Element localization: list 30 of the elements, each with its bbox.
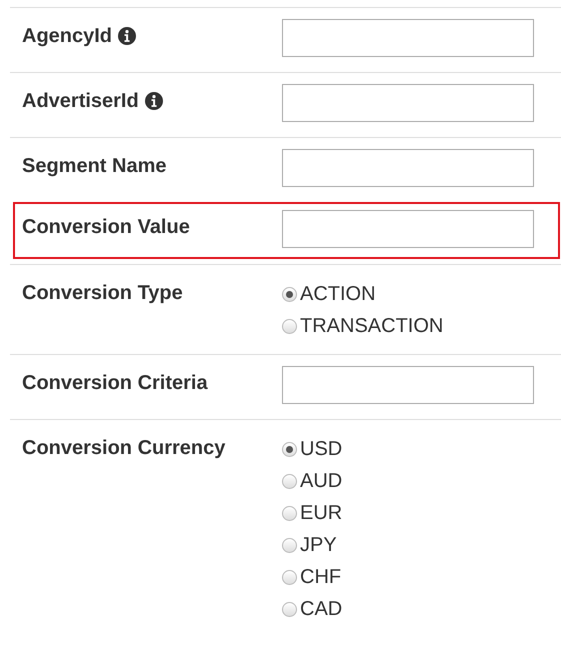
input-field[interactable] — [282, 149, 534, 187]
field-label: Segment Name — [22, 154, 166, 178]
field-label: Conversion Value — [22, 216, 190, 238]
radio-option[interactable]: JPY — [282, 529, 342, 561]
radio-button[interactable] — [282, 506, 297, 520]
radio-option[interactable]: ACTION — [282, 278, 444, 310]
field-label: Conversion Currency — [22, 436, 226, 460]
radio-option[interactable]: CAD — [282, 593, 342, 625]
radio-button[interactable] — [282, 538, 297, 552]
input-field[interactable] — [282, 84, 534, 122]
radio-option[interactable]: TRANSACTION — [282, 310, 444, 342]
radio-button[interactable] — [282, 286, 297, 302]
radio-button[interactable] — [282, 318, 297, 334]
field-label: Conversion Criteria — [22, 372, 208, 394]
radio-button[interactable] — [282, 570, 297, 584]
input-field[interactable] — [282, 366, 534, 404]
radio-option[interactable]: EUR — [282, 497, 342, 529]
radio-button[interactable] — [282, 474, 297, 488]
radio-option[interactable]: AUD — [282, 465, 342, 497]
field-label: AgencyId — [22, 24, 112, 48]
info-icon[interactable] — [144, 92, 163, 110]
radio-button[interactable] — [282, 602, 297, 616]
field-label: AdvertiserId — [22, 90, 139, 112]
input-field[interactable] — [282, 210, 534, 248]
radio-option[interactable]: USD — [282, 433, 342, 465]
radio-option[interactable]: CHF — [282, 561, 342, 593]
input-field[interactable] — [282, 19, 534, 57]
field-label: Conversion Type — [22, 282, 183, 304]
radio-button[interactable] — [282, 442, 297, 456]
info-icon[interactable] — [118, 27, 136, 45]
